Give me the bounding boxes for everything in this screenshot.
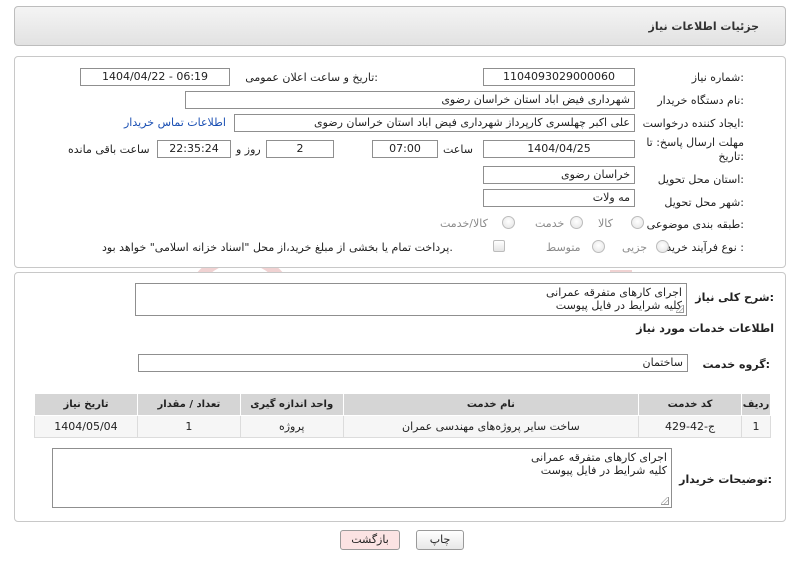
print-button[interactable]: چاپ: [416, 530, 464, 550]
buyer-notes-textarea[interactable]: اجرای کارهای متفرقه عمرانی کلیه شرایط در…: [52, 448, 672, 508]
city-field[interactable]: مه ولات: [483, 189, 635, 207]
process-type-label: نوع فرآیند خرید :: [666, 241, 744, 254]
col-row-number: ردیف: [741, 393, 771, 416]
process-medium-label: متوسط: [546, 241, 581, 254]
resize-handle-icon[interactable]: [661, 497, 669, 505]
col-service-code: کد خدمت: [638, 393, 743, 416]
treasury-payment-text: پرداخت تمام یا بخشی از مبلغ خرید،از محل …: [102, 241, 453, 254]
category-goods-radio[interactable]: [631, 216, 644, 229]
city-label: شهر محل تحویل:: [664, 196, 744, 209]
process-medium-radio[interactable]: [592, 240, 605, 253]
creator-field[interactable]: علی اکبر چهلسری کارپرداز شهرداری فیض ابا…: [234, 114, 635, 132]
category-service-label: خدمت: [535, 217, 565, 230]
announce-datetime-field[interactable]: 1404/04/22 - 06:19: [80, 68, 230, 86]
description-textarea[interactable]: اجرای کارهای متفرقه عمرانی کلیه شرایط در…: [135, 283, 687, 316]
col-need-date: تاریخ نیاز: [34, 393, 138, 416]
page-title: جزئیات اطلاعات نیاز: [648, 20, 760, 33]
col-unit: واحد اندازه گیری: [239, 393, 344, 416]
services-table: ردیف کد خدمت نام خدمت واحد اندازه گیری ت…: [34, 393, 771, 438]
buyer-notes-label: توضیحات خریدار:: [679, 473, 772, 486]
province-field[interactable]: خراسان رضوی: [483, 166, 635, 184]
cell-unit: پروژه: [239, 415, 344, 438]
province-label: استان محل تحویل:: [657, 173, 744, 186]
need-number-label: شماره نیاز:: [691, 71, 744, 84]
table-row: 1 ج-42-429 ساخت سایر پروژه‌های مهندسی عم…: [34, 415, 771, 438]
buyer-org-label: نام دستگاه خریدار:: [657, 94, 744, 107]
deadline-date-field[interactable]: 1404/04/25: [483, 140, 635, 158]
remaining-time-field[interactable]: 22:35:24: [157, 140, 231, 158]
creator-label: ایجاد کننده درخواست:: [642, 117, 744, 130]
resize-handle-icon[interactable]: [676, 305, 684, 313]
col-service-name: نام خدمت: [342, 393, 640, 416]
services-section-title: اطلاعات خدمات مورد نیاز: [636, 322, 774, 335]
remaining-days-field[interactable]: 2: [266, 140, 334, 158]
buyer-contact-link[interactable]: اطلاعات تماس خریدار: [124, 116, 226, 129]
page-header: جزئیات اطلاعات نیاز: [14, 6, 786, 46]
remaining-time-label: ساعت باقی مانده: [68, 143, 150, 156]
description-label: شرح کلی نیاز:: [695, 291, 774, 304]
cell-service-name: ساخت سایر پروژه‌های مهندسی عمران: [342, 415, 640, 438]
buyer-org-field[interactable]: شهرداری فیض اباد استان خراسان رضوی: [185, 91, 635, 109]
need-number-field[interactable]: 1104093029000060: [483, 68, 635, 86]
deadline-label-text: مهلت ارسال پاسخ: تا تاریخ:: [646, 136, 744, 163]
category-service-radio[interactable]: [570, 216, 583, 229]
treasury-payment-checkbox[interactable]: [493, 240, 505, 252]
service-group-field[interactable]: ساختمان: [138, 354, 688, 372]
remaining-days-label: روز و: [236, 143, 261, 156]
category-goods-service-label: کالا/خدمت: [440, 217, 488, 230]
back-button[interactable]: بازگشت: [340, 530, 400, 550]
deadline-time-label: ساعت: [443, 143, 473, 156]
cell-service-code: ج-42-429: [638, 415, 743, 438]
deadline-label: مهلت ارسال پاسخ: تا تاریخ:: [624, 136, 744, 164]
category-label: طبقه بندی موضوعی:: [646, 218, 744, 231]
cell-need-date: 1404/05/04: [34, 415, 138, 438]
process-minor-radio[interactable]: [656, 240, 669, 253]
announce-datetime-label: تاریخ و ساعت اعلان عمومی:: [245, 71, 378, 84]
services-table-header: ردیف کد خدمت نام خدمت واحد اندازه گیری ت…: [34, 393, 771, 416]
category-goods-service-radio[interactable]: [502, 216, 515, 229]
process-minor-label: جزیی: [622, 241, 648, 254]
service-group-label: گروه خدمت:: [702, 358, 770, 371]
cell-row-number: 1: [741, 415, 771, 438]
deadline-time-field[interactable]: 07:00: [372, 140, 438, 158]
category-goods-label: کالا: [598, 217, 613, 230]
col-quantity: تعداد / مقدار: [136, 393, 241, 416]
cell-quantity: 1: [136, 415, 241, 438]
